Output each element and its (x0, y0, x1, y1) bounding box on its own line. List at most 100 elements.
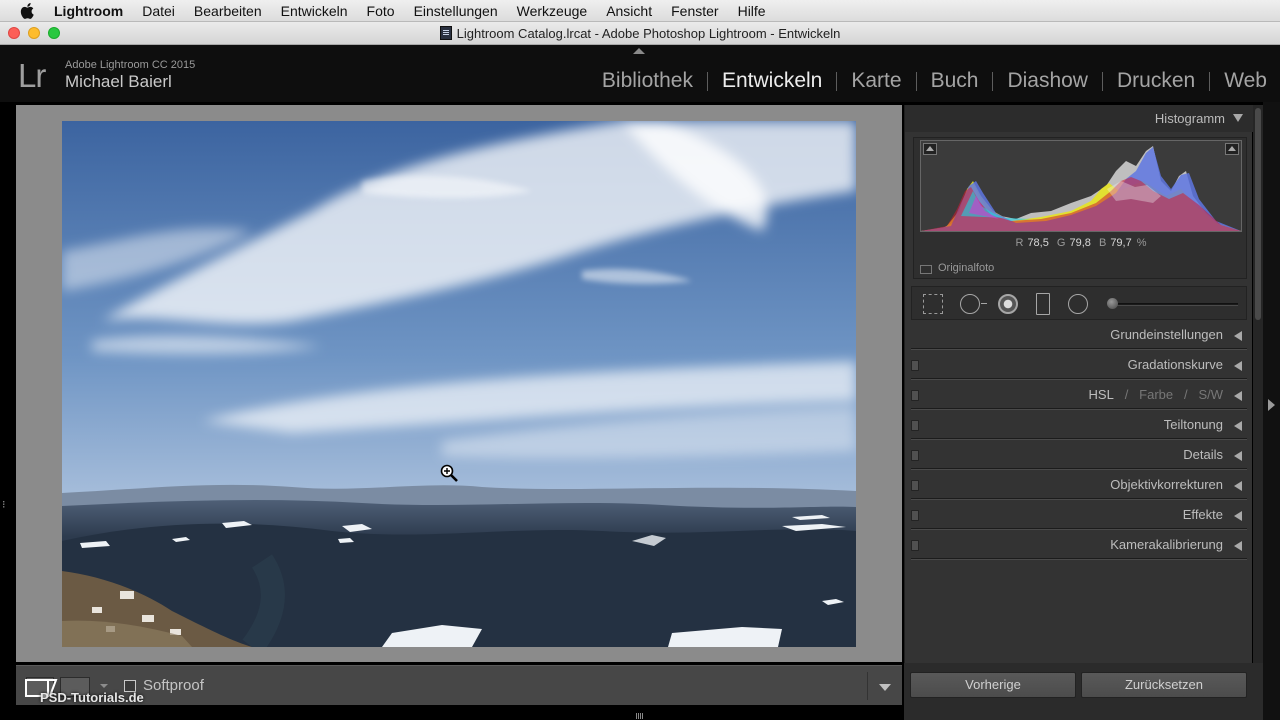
product-name: Adobe Lightroom CC 2015 (65, 59, 196, 71)
module-entwickeln[interactable]: Entwickeln (708, 69, 836, 93)
menu-entwickeln[interactable]: Entwickeln (281, 3, 348, 19)
panel-toggle-switch[interactable] (911, 450, 919, 461)
menu-foto[interactable]: Foto (367, 3, 395, 19)
panel-details[interactable]: Details (911, 440, 1247, 470)
highlight-clipping-button[interactable] (1225, 143, 1239, 155)
collapse-triangle-icon[interactable] (1233, 114, 1243, 122)
menu-app-lightroom[interactable]: Lightroom (54, 3, 123, 19)
module-buch[interactable]: Buch (917, 69, 993, 93)
left-panel-toggle-icon[interactable]: ⁝ (2, 498, 6, 511)
panel-label: Details (1183, 447, 1223, 462)
module-karte[interactable]: Karte (837, 69, 915, 93)
panel-toggle-switch[interactable] (911, 480, 919, 491)
window-title: Lightroom Catalog.lrcat - Adobe Photosho… (456, 25, 841, 41)
module-web[interactable]: Web (1210, 69, 1270, 93)
collapse-top-panel-arrow-icon[interactable] (633, 48, 645, 54)
user-name: Michael Baierl (65, 72, 172, 91)
expand-arrow-icon[interactable] (1234, 421, 1242, 431)
panel-grundeinstellungen[interactable]: Grundeinstellungen (911, 320, 1247, 350)
panel-toggle-switch[interactable] (911, 390, 919, 401)
menu-einstellungen[interactable]: Einstellungen (414, 3, 498, 19)
adjustment-brush-icon[interactable] (1107, 298, 1118, 309)
identity-plate: Lr Adobe Lightroom CC 2015 Michael Baier… (0, 45, 1280, 102)
menu-fenster[interactable]: Fenster (671, 3, 718, 19)
expand-arrow-icon[interactable] (1234, 481, 1242, 491)
softproof-label: Softproof (143, 677, 204, 694)
tab-hsl[interactable]: HSL (1089, 387, 1114, 402)
photo-preview[interactable] (62, 121, 856, 647)
expand-arrow-icon[interactable] (1234, 541, 1242, 551)
loupe-canvas (16, 105, 902, 662)
expand-arrow-icon[interactable] (1234, 361, 1242, 371)
module-bibliothek[interactable]: Bibliothek (588, 69, 707, 93)
r-label: R (1015, 237, 1024, 249)
tool-strip (911, 286, 1247, 320)
apple-icon[interactable] (20, 2, 40, 19)
panel-label: Gradationskurve (1127, 357, 1223, 372)
menu-ansicht[interactable]: Ansicht (606, 3, 652, 19)
panel-effekte[interactable]: Effekte (911, 500, 1247, 530)
expand-arrow-icon[interactable] (1234, 451, 1242, 461)
panel-toggle-switch[interactable] (911, 420, 919, 431)
panel-label: Teiltonung (1163, 417, 1223, 432)
image-workspace: ⁝ (0, 102, 904, 662)
right-edge-strip (1263, 102, 1280, 720)
histogram-panel: R 78,5 G 79,8 B 79,7% Originalfoto (913, 137, 1247, 279)
percent-unit: % (1136, 237, 1147, 249)
tab-farbe[interactable]: Farbe (1139, 387, 1173, 402)
panel-divider (911, 558, 1247, 560)
panel-toggle-switch[interactable] (911, 510, 919, 521)
reset-button[interactable]: Zurücksetzen (1081, 672, 1247, 698)
module-drucken[interactable]: Drucken (1103, 69, 1209, 93)
b-label: B (1098, 237, 1107, 249)
expand-arrow-icon[interactable] (1234, 391, 1242, 401)
menu-bearbeiten[interactable]: Bearbeiten (194, 3, 262, 19)
rgb-readout: R 78,5 G 79,8 B 79,7% (914, 237, 1248, 249)
panel-gradationskurve[interactable]: Gradationskurve (911, 350, 1247, 380)
histogram-title: Histogramm (1154, 111, 1225, 126)
panel-kamerakalibrierung[interactable]: Kamerakalibrierung (911, 530, 1247, 560)
previous-settings-button[interactable]: Vorherige (910, 672, 1076, 698)
menu-hilfe[interactable]: Hilfe (738, 3, 766, 19)
catalog-file-icon (439, 26, 452, 40)
minimize-window-button[interactable] (28, 27, 40, 39)
expand-arrow-icon[interactable] (1234, 331, 1242, 341)
lightroom-screen: Lightroom Datei Bearbeiten Entwickeln Fo… (0, 0, 1280, 720)
radial-filter-icon[interactable] (1068, 294, 1088, 314)
r-value: 78,5 (1027, 237, 1049, 249)
right-bottom-bar: Vorherige Zurücksetzen (904, 663, 1263, 720)
menu-datei[interactable]: Datei (142, 3, 175, 19)
toolbar-menu-chevron-icon[interactable] (879, 684, 891, 691)
shadow-clipping-button[interactable] (923, 143, 937, 155)
panel-toggle-switch[interactable] (911, 360, 919, 371)
module-diashow[interactable]: Diashow (993, 69, 1102, 93)
panel-objektivkorrekturen[interactable]: Objektivkorrekturen (911, 470, 1247, 500)
right-panel-scrollbar[interactable] (1253, 105, 1263, 663)
red-eye-icon[interactable] (998, 294, 1018, 314)
panel-teiltonung[interactable]: Teiltonung (911, 410, 1247, 440)
window-title-bar: Lightroom Catalog.lrcat - Adobe Photosho… (0, 22, 1280, 45)
menu-werkzeuge[interactable]: Werkzeuge (517, 3, 588, 19)
right-panel: Histogramm R 78,5 G 79,8 B79,7 % Origina… (904, 105, 1253, 663)
zoom-cursor-icon (440, 464, 458, 482)
g-value: 79,8 (1069, 237, 1091, 249)
filmstrip-toggle-icon[interactable] (636, 713, 644, 719)
chevron-down-icon[interactable] (100, 684, 108, 688)
panel-hsl[interactable]: HSL / Farbe / S/W (911, 380, 1247, 410)
adjustment-brush-slider[interactable] (1114, 303, 1238, 306)
zoom-window-button[interactable] (48, 27, 60, 39)
expand-arrow-icon[interactable] (1234, 511, 1242, 521)
b-value: 79,7 (1110, 237, 1132, 249)
crop-tool-icon[interactable] (923, 294, 943, 314)
scrollbar-thumb[interactable] (1255, 108, 1261, 320)
panel-toggle-switch[interactable] (911, 540, 919, 551)
tab-sw[interactable]: S/W (1198, 387, 1223, 402)
graduated-filter-icon[interactable] (1036, 293, 1050, 315)
right-panel-toggle-icon[interactable] (1268, 399, 1275, 411)
original-photo-checkbox[interactable] (920, 265, 932, 274)
spot-removal-icon[interactable] (960, 294, 987, 314)
histogram-graph[interactable] (920, 140, 1242, 232)
close-window-button[interactable] (8, 27, 20, 39)
panel-label: Effekte (1182, 507, 1223, 522)
histogram-header[interactable]: Histogramm (905, 105, 1253, 132)
